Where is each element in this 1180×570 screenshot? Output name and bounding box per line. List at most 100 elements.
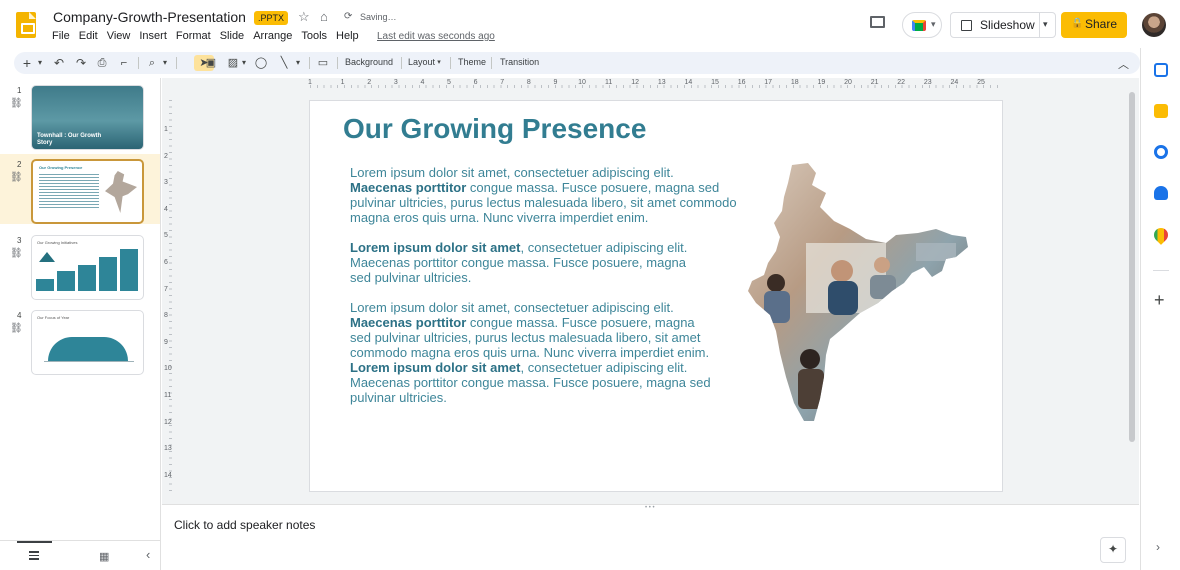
paragraph-line: Lorem ipsum dolor sit amet, consectetuer…: [350, 300, 790, 315]
chevron-left-icon[interactable]: ‹: [146, 547, 150, 562]
chevron-right-icon[interactable]: ›: [1156, 540, 1160, 554]
slide-thumbnail-2[interactable]: 2 ⛓ Our Growing Presence: [0, 154, 160, 224]
slide-body-paragraph[interactable]: Lorem ipsum dolor sit amet, consectetuer…: [350, 165, 790, 225]
body-text: , consectetuer adipiscing elit.: [520, 240, 688, 255]
ruler-tick: 10: [578, 79, 586, 86]
chevron-up-icon[interactable]: ︿: [1118, 56, 1129, 72]
layout-button[interactable]: Layout: [408, 57, 435, 67]
keep-icon[interactable]: [1154, 104, 1168, 118]
chevron-down-icon[interactable]: ▾: [294, 55, 302, 71]
slide-body-paragraph[interactable]: Lorem ipsum dolor sit amet, consectetuer…: [350, 240, 790, 285]
line-icon[interactable]: ╲: [277, 55, 291, 71]
slide-title[interactable]: Our Growing Presence: [343, 113, 646, 145]
ruler-tick: 21: [870, 79, 879, 86]
ruler-tick: 25: [977, 79, 985, 86]
chevron-down-icon[interactable]: ▾: [240, 55, 248, 71]
undo-icon[interactable]: ↶: [52, 55, 66, 71]
avatar[interactable]: [1142, 13, 1166, 37]
menu-slide[interactable]: Slide: [220, 30, 244, 42]
slide-thumbnail-3[interactable]: 3 ⛓ Our Growing Initiatives: [0, 230, 160, 300]
shape-icon[interactable]: ◯: [254, 55, 268, 71]
chevron-down-icon[interactable]: ▾: [1043, 19, 1048, 30]
body-text: congue massa. Fusce posuere, magna sed: [466, 180, 720, 195]
chevron-down-icon[interactable]: ▾: [36, 55, 44, 71]
menu-file[interactable]: File: [52, 30, 70, 42]
paragraph-line: Maecenas porttitor congue massa. Fusce p…: [350, 180, 790, 195]
speaker-notes[interactable]: Click to add speaker notes: [162, 510, 1139, 570]
image-icon[interactable]: ▨: [226, 55, 240, 71]
india-map-image[interactable]: [746, 163, 970, 425]
slides-logo-icon[interactable]: [16, 12, 36, 38]
slide-number: 2: [17, 160, 22, 169]
chevron-down-icon[interactable]: ▾: [161, 55, 169, 71]
share-button[interactable]: 🔒 Share: [1061, 12, 1127, 38]
add-addon-icon[interactable]: +: [1154, 290, 1165, 311]
paragraph-line: commodo magna eros quis urna. Nunc viver…: [350, 345, 790, 360]
divider: [309, 57, 310, 69]
horizontal-ruler: 1 1 2 3 4 5 6 7 8 9 10 11 12 13 14 15 16 17 18 19 20 21 22 23 24…: [308, 79, 1002, 88]
link-icon: ⛓: [10, 248, 23, 259]
redo-icon[interactable]: ↷: [74, 55, 88, 71]
zoom-icon[interactable]: ⌕: [145, 55, 159, 71]
print-icon[interactable]: ⎙: [95, 55, 109, 71]
document-title[interactable]: Company-Growth-Presentation: [53, 9, 246, 25]
ruler-tick: 17: [764, 79, 773, 86]
contacts-icon[interactable]: [1154, 186, 1168, 200]
ruler-tick: 5: [447, 79, 451, 86]
thumbnail-line: [44, 361, 134, 362]
menu-bar: File Edit View Insert Format Slide Arran…: [52, 30, 368, 42]
menu-format[interactable]: Format: [176, 30, 211, 42]
slideshow-button[interactable]: Slideshow ▾: [950, 12, 1056, 38]
lock-icon: 🔒: [1071, 18, 1084, 29]
ruler-tick: 23: [923, 79, 932, 86]
add-comment-icon[interactable]: ▭: [316, 55, 330, 71]
menu-edit[interactable]: Edit: [79, 30, 98, 42]
divider: [401, 57, 402, 69]
grid-view-icon[interactable]: ▦: [99, 550, 109, 563]
link-icon: ⛓: [10, 172, 23, 183]
menu-tools[interactable]: Tools: [301, 30, 327, 42]
transition-button[interactable]: Transition: [500, 57, 539, 67]
move-folder-icon[interactable]: ⌂: [320, 9, 328, 24]
textbox-icon[interactable]: ▣: [204, 55, 218, 71]
new-slide-icon[interactable]: +: [20, 55, 34, 71]
speaker-notes-placeholder[interactable]: Click to add speaker notes: [174, 518, 315, 532]
ruler-tick: 19: [817, 79, 826, 86]
body-text: Lorem ipsum dolor sit amet, consectetuer…: [350, 165, 674, 180]
calendar-icon[interactable]: [1154, 63, 1168, 77]
comment-history-icon[interactable]: [870, 16, 885, 28]
background-button[interactable]: Background: [345, 57, 393, 67]
thumbnail-image: Townhall : Our Growth Story: [31, 85, 144, 150]
chevron-down-icon[interactable]: ▾: [435, 55, 443, 71]
thumbnail-bar: [57, 271, 75, 291]
slide-body-paragraph[interactable]: Lorem ipsum dolor sit amet, consectetuer…: [350, 300, 790, 405]
meet-button[interactable]: ▾: [902, 12, 942, 38]
paint-format-icon[interactable]: ⌐: [117, 55, 131, 71]
ruler-tick: 8: [164, 312, 168, 320]
star-icon[interactable]: ☆: [298, 9, 310, 25]
tasks-icon[interactable]: [1154, 145, 1168, 159]
slide-thumbnail-1[interactable]: 1 ⛓ Townhall : Our Growth Story: [0, 80, 160, 150]
slide-thumbnail-4[interactable]: 4 ⛓ Our Focus of Year: [0, 305, 160, 375]
slide-number: 3: [17, 236, 22, 245]
paragraph-line: pulvinar ultricies.: [350, 390, 790, 405]
menu-help[interactable]: Help: [336, 30, 359, 42]
menu-arrange[interactable]: Arrange: [253, 30, 292, 42]
ruler-tick: 9: [553, 79, 558, 86]
paragraph-line: Lorem ipsum dolor sit amet, consectetuer…: [350, 240, 790, 255]
menu-view[interactable]: View: [107, 30, 131, 42]
explore-button[interactable]: [1100, 537, 1126, 563]
menu-insert[interactable]: Insert: [139, 30, 167, 42]
filmstrip-view-icon[interactable]: [29, 551, 39, 560]
maps-icon[interactable]: [1151, 225, 1171, 245]
theme-button[interactable]: Theme: [458, 57, 486, 67]
body-text: Maecenas porttitor congue massa. Fusce p…: [350, 375, 711, 390]
paragraph-line: Maecenas porttitor congue massa. Fusce p…: [350, 255, 790, 270]
bold-text: Lorem ipsum dolor sit amet: [350, 360, 521, 375]
ruler-tick: 1: [308, 79, 312, 86]
vertical-scrollbar[interactable]: [1129, 92, 1135, 442]
last-edit-link[interactable]: Last edit was seconds ago: [377, 31, 495, 42]
ruler-tick: 22: [897, 79, 906, 86]
slide-canvas[interactable]: Our Growing Presence Lorem ipsum dolor s…: [310, 101, 1002, 491]
ruler-tick: 2: [164, 152, 168, 160]
